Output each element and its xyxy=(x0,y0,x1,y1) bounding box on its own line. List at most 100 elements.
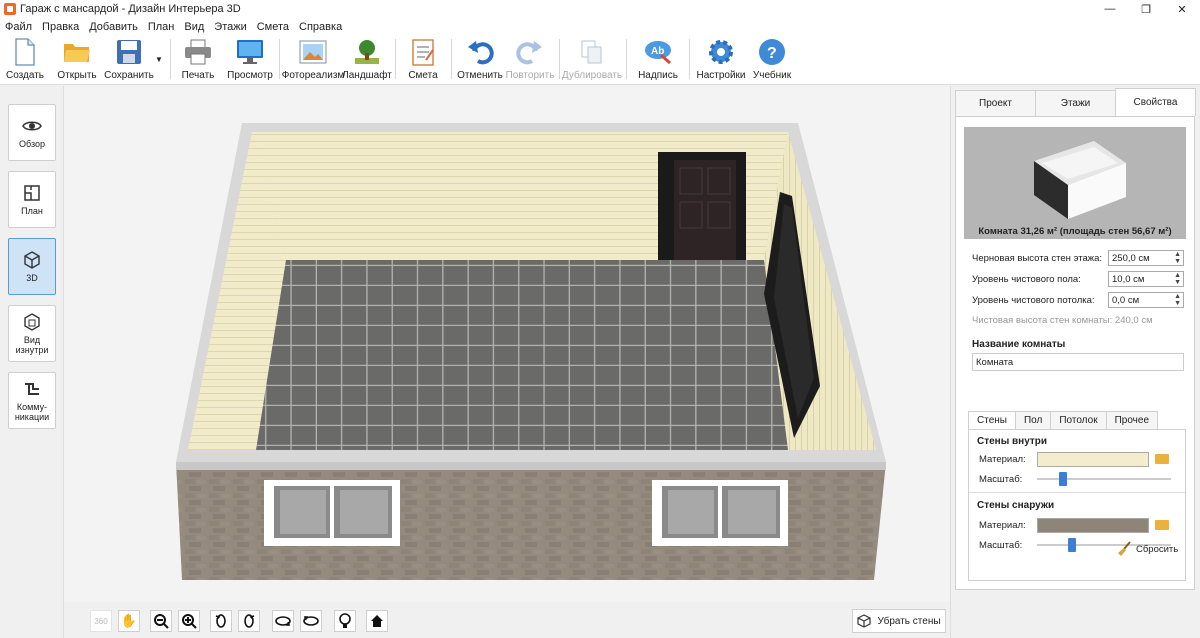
room-preview-image xyxy=(1034,141,1126,219)
room-name-title: Название комнаты xyxy=(972,339,1066,350)
label-button[interactable]: Ab Надпись xyxy=(636,37,680,83)
pan-button[interactable]: ✋ xyxy=(118,610,140,632)
window-title: Гараж с мансардой - Дизайн Интерьера 3D xyxy=(20,3,241,15)
zoom-in-button[interactable] xyxy=(178,610,200,632)
3d-viewport[interactable] xyxy=(64,86,950,602)
landscape-button[interactable]: Ландшафт xyxy=(342,37,392,83)
redo-button[interactable]: Повторить xyxy=(506,37,554,83)
estimate-label: Смета xyxy=(408,70,438,81)
tilt-up-button[interactable] xyxy=(272,610,294,632)
inner-scale-slider[interactable] xyxy=(1037,472,1171,486)
undo-label: Отменить xyxy=(457,70,503,81)
spinner-arrows-icon[interactable]: ▲ ▼ xyxy=(1174,272,1181,286)
spinner-arrows-icon[interactable]: ▲ ▼ xyxy=(1174,251,1181,265)
outer-scale-thumb[interactable] xyxy=(1068,538,1076,552)
duplicate-button[interactable]: Дублировать xyxy=(562,37,622,83)
menu-plan[interactable]: План xyxy=(148,21,175,33)
create-button[interactable]: Создать xyxy=(4,37,46,83)
print-label: Печать xyxy=(181,70,215,81)
rough-height-value: 250,0 см xyxy=(1112,252,1150,264)
tab-project[interactable]: Проект xyxy=(955,90,1036,116)
save-button[interactable]: Сохранить xyxy=(104,37,154,83)
walls-material-panel: Стены внутри Материал: Масштаб: Стены сн… xyxy=(968,429,1186,581)
menu-floors[interactable]: Этажи xyxy=(214,21,246,33)
tilt-down-button[interactable] xyxy=(300,610,322,632)
ceiling-level-input[interactable]: 0,0 см ▲ ▼ xyxy=(1108,292,1184,308)
inside-view-button[interactable]: Вид изнутри xyxy=(8,305,56,362)
room-preview: Комната 31,26 м² (площадь стен 56,67 м²) xyxy=(964,127,1186,239)
redo-icon xyxy=(515,37,545,67)
rough-height-row: Черновая высота стен этажа: 250,0 см ▲ ▼ xyxy=(972,249,1184,267)
menu-estimate[interactable]: Смета xyxy=(257,21,289,33)
zoom-out-icon xyxy=(154,614,169,629)
outer-material-swatch[interactable] xyxy=(1037,517,1149,533)
rotate-left-button[interactable] xyxy=(210,610,232,632)
communications-button[interactable]: Комму-никации xyxy=(8,372,56,429)
landscape-label: Ландшафт xyxy=(342,70,392,81)
settings-label: Настройки xyxy=(696,70,746,81)
preview-button[interactable]: Просмотр xyxy=(227,37,273,83)
broom-icon xyxy=(1118,541,1131,556)
inside-view-label: Вид изнутри xyxy=(15,335,49,355)
overview-button[interactable]: Обзор xyxy=(8,104,56,161)
view-mode-sidebar: Обзор План 3D Вид изнутри Комму-никации xyxy=(0,86,64,638)
inner-walls-title: Стены внутри xyxy=(977,436,1048,447)
inner-material-row: Материал: xyxy=(979,450,1179,468)
menu-help[interactable]: Справка xyxy=(299,21,342,33)
undo-button[interactable]: Отменить xyxy=(457,37,503,83)
tilt-up-icon xyxy=(275,616,291,626)
save-label: Сохранить xyxy=(104,70,154,81)
rotate-right-button[interactable] xyxy=(238,610,260,632)
folder-icon[interactable] xyxy=(1155,454,1169,464)
inner-material-swatch[interactable] xyxy=(1037,451,1149,467)
tab-floors[interactable]: Этажи xyxy=(1035,90,1116,116)
tab-properties[interactable]: Свойства xyxy=(1115,88,1196,116)
spinner-arrows-icon[interactable]: ▲ ▼ xyxy=(1174,293,1181,307)
tutorial-button[interactable]: ? Учебник xyxy=(752,37,792,83)
subtab-walls[interactable]: Стены xyxy=(968,411,1016,429)
photorealism-button[interactable]: Фотореализм xyxy=(282,37,344,83)
remove-walls-button[interactable]: Убрать стены xyxy=(852,609,946,633)
restore-button[interactable]: ❐ xyxy=(1128,0,1164,18)
menu-view[interactable]: Вид xyxy=(184,21,204,33)
room-3d-scene xyxy=(176,123,886,580)
toolbar-separator xyxy=(395,39,396,79)
reset-button[interactable]: Сбросить xyxy=(1116,541,1178,557)
lighting-button[interactable] xyxy=(334,610,356,632)
ceiling-level-label: Уровень чистового потолка: xyxy=(972,294,1095,306)
subtab-floor[interactable]: Пол xyxy=(1014,411,1052,429)
title-bar: Гараж с мансардой - Дизайн Интерьера 3D … xyxy=(0,0,1200,18)
view-3d-button[interactable]: 3D xyxy=(8,238,56,295)
text-label-icon: Ab xyxy=(643,37,673,67)
menu-edit[interactable]: Правка xyxy=(42,21,79,33)
menu-add[interactable]: Добавить xyxy=(89,21,138,33)
rotate-360-button[interactable]: 360 xyxy=(90,610,112,632)
svg-text:?: ? xyxy=(767,45,777,62)
print-button[interactable]: Печать xyxy=(178,37,218,83)
communications-label: Комму-никации xyxy=(14,402,50,422)
open-label: Открыть xyxy=(57,70,97,81)
remove-walls-label: Убрать стены xyxy=(877,615,941,627)
subtab-ceiling[interactable]: Потолок xyxy=(1050,411,1107,429)
menu-file[interactable]: Файл xyxy=(5,21,32,33)
settings-button[interactable]: Настройки xyxy=(696,37,746,83)
home-icon xyxy=(371,615,383,627)
home-view-button[interactable] xyxy=(366,610,388,632)
room-name-input[interactable]: Комната xyxy=(972,353,1184,371)
save-dropdown-icon[interactable]: ▼ xyxy=(155,55,163,64)
undo-icon xyxy=(465,37,495,67)
floor-level-row: Уровень чистового пола: 10,0 см ▲ ▼ xyxy=(972,270,1184,288)
subtab-other[interactable]: Прочее xyxy=(1105,411,1159,429)
inner-scale-thumb[interactable] xyxy=(1059,472,1067,486)
pipes-icon xyxy=(22,379,42,399)
folder-icon[interactable] xyxy=(1155,520,1169,530)
outer-material-row: Материал: xyxy=(979,516,1179,534)
estimate-button[interactable]: Смета xyxy=(402,37,444,83)
plan-button[interactable]: План xyxy=(8,171,56,228)
zoom-out-button[interactable] xyxy=(150,610,172,632)
open-button[interactable]: Открыть xyxy=(54,37,100,83)
minimize-button[interactable]: — xyxy=(1092,0,1128,18)
floor-level-input[interactable]: 10,0 см ▲ ▼ xyxy=(1108,271,1184,287)
close-button[interactable]: ✕ xyxy=(1164,0,1200,18)
rough-height-input[interactable]: 250,0 см ▲ ▼ xyxy=(1108,250,1184,266)
